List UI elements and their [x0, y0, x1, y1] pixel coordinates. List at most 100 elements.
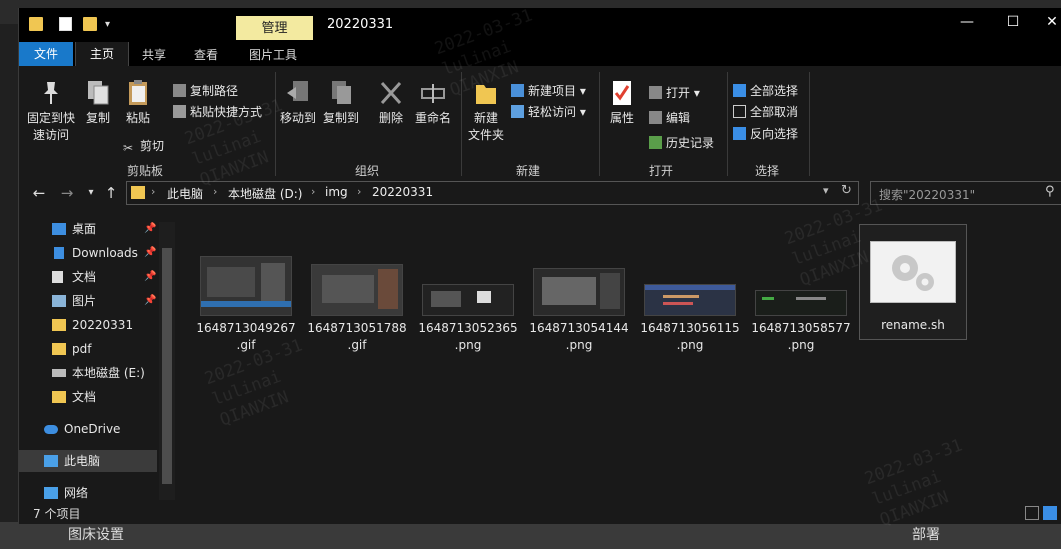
- move-to-icon: [287, 81, 308, 101]
- new-group-label: 新建: [516, 164, 541, 178]
- new-folder-button[interactable]: 新建 文件夹: [465, 78, 507, 144]
- tab-home[interactable]: 主页: [75, 42, 129, 66]
- open-button[interactable]: 打开 ▾: [649, 84, 700, 102]
- close-button[interactable]: ✕: [1042, 14, 1061, 30]
- new-item-button[interactable]: 新建项目 ▾: [511, 82, 586, 100]
- nav-item-onedrive[interactable]: OneDrive: [19, 418, 157, 440]
- file-item[interactable]: 1648713051788 .gif: [304, 256, 410, 354]
- recent-locations-dropdown[interactable]: ▾: [81, 187, 101, 198]
- tab-file[interactable]: 文件: [19, 42, 73, 66]
- paste-shortcut-label: 粘贴快捷方式: [190, 105, 263, 119]
- cut-label: 剪切: [140, 139, 165, 153]
- minimize-button[interactable]: —: [952, 14, 982, 30]
- network-icon: [44, 487, 58, 499]
- address-row: ← → ▾ ↑ › 此电脑 › 本地磁盘 (D:) › img › 202203…: [19, 178, 1061, 210]
- properties-quick-icon[interactable]: [59, 17, 72, 31]
- select-none-button[interactable]: 全部取消: [733, 103, 798, 121]
- paste-button[interactable]: 粘贴: [121, 78, 155, 127]
- easy-access-button[interactable]: 轻松访问 ▾: [511, 103, 586, 121]
- copy-to-button[interactable]: 复制到: [321, 78, 361, 127]
- file-item[interactable]: 1648713056115 .png: [637, 256, 743, 354]
- select-all-icon: [733, 84, 746, 97]
- search-icon[interactable]: ⚲: [1045, 184, 1055, 199]
- copy-button[interactable]: 复制: [81, 78, 115, 127]
- file-thumbnail: [422, 284, 514, 316]
- title-bar: ▾ 管理 20220331 — ☐ ✕: [19, 8, 1061, 41]
- navigation-pane: 桌面 📌 Downloads 📌 文档 📌 图片 📌 20220331 pdf 本地磁盘…: [19, 210, 175, 500]
- up-button[interactable]: ↑: [101, 184, 121, 202]
- pin-icon: 📌: [144, 295, 157, 306]
- select-all-button[interactable]: 全部选择: [733, 82, 798, 100]
- copy-label: 复制: [85, 111, 110, 125]
- nav-item-downloads[interactable]: Downloads 📌: [19, 242, 157, 264]
- breadcrumb-20220331[interactable]: 20220331: [372, 185, 433, 199]
- tab-picture-tools[interactable]: 图片工具: [241, 44, 305, 66]
- edit-button[interactable]: 编辑: [649, 109, 690, 127]
- history-button[interactable]: 历史记录: [649, 134, 714, 152]
- nav-item-documents[interactable]: 文档 📌: [19, 266, 157, 288]
- file-item[interactable]: 1648713052365 .png: [415, 256, 521, 354]
- nav-item-label: 20220331: [72, 318, 134, 332]
- pin-to-quick-access-button[interactable]: 固定到快 速访问: [23, 78, 79, 144]
- nav-item-20220331[interactable]: 20220331: [19, 314, 157, 336]
- search-box[interactable]: 搜索"20220331" ⚲: [870, 181, 1061, 205]
- background-bottom-right-label: 部署: [912, 527, 940, 543]
- move-to-button[interactable]: 移动到: [279, 78, 317, 127]
- explorer-window: ▾ 管理 20220331 — ☐ ✕ 文件 主页 共享 查看 图片工具 固定到…: [18, 8, 1061, 524]
- new-folder-label-line1: 新建: [473, 111, 498, 125]
- breadcrumb-this-pc[interactable]: 此电脑: [167, 185, 203, 202]
- folder-icon: [29, 17, 43, 31]
- quick-access-dropdown-icon[interactable]: ▾: [105, 19, 117, 33]
- copy-path-button[interactable]: 复制路径: [173, 82, 238, 100]
- copy-icon: [88, 81, 109, 105]
- tab-view[interactable]: 查看: [187, 44, 225, 66]
- file-item-selected[interactable]: rename.sh: [859, 224, 967, 340]
- nav-item-local-disk-e[interactable]: 本地磁盘 (E:): [19, 362, 157, 384]
- file-item[interactable]: 1648713054144 .png: [526, 256, 632, 354]
- copy-path-label: 复制路径: [190, 84, 239, 98]
- nav-item-pdf[interactable]: pdf: [19, 338, 157, 360]
- nav-item-pictures[interactable]: 图片 📌: [19, 290, 157, 312]
- breadcrumb-local-disk-d[interactable]: 本地磁盘 (D:): [228, 185, 302, 202]
- nav-item-desktop[interactable]: 桌面 📌: [19, 218, 157, 240]
- thumbnail-panel: [378, 269, 398, 309]
- large-icons-view-icon[interactable]: [1043, 506, 1057, 520]
- file-item[interactable]: 1648713049267 .gif: [193, 256, 299, 354]
- ribbon-separator: [727, 72, 728, 176]
- delete-button[interactable]: 删除: [373, 78, 409, 127]
- new-folder-quick-icon[interactable]: [83, 17, 97, 31]
- gear-icon: [892, 255, 934, 291]
- file-thumbnail: [755, 290, 847, 316]
- address-dropdown-icon[interactable]: ▾: [823, 184, 829, 197]
- maximize-button[interactable]: ☐: [998, 14, 1028, 30]
- nav-item-label: pdf: [72, 342, 92, 356]
- nav-item-label: OneDrive: [64, 422, 121, 436]
- tab-manage-context[interactable]: 管理: [236, 16, 313, 41]
- breadcrumb-img[interactable]: img: [325, 185, 348, 199]
- rename-button[interactable]: 重命名: [413, 78, 453, 127]
- breadcrumb-separator: ›: [213, 185, 218, 198]
- file-item[interactable]: 1648713058577 .png: [748, 256, 854, 354]
- invert-selection-label: 反向选择: [750, 127, 799, 141]
- back-button[interactable]: ←: [29, 184, 49, 202]
- nav-item-this-pc[interactable]: 此电脑: [19, 450, 157, 472]
- refresh-icon[interactable]: ↻: [841, 183, 852, 198]
- nav-pane-scrollbar-thumb[interactable]: [162, 248, 172, 484]
- copy-path-icon: [173, 84, 186, 97]
- content-scrollbar[interactable]: [1047, 210, 1061, 500]
- invert-selection-button[interactable]: 反向选择: [733, 125, 798, 143]
- ribbon: 固定到快 速访问 复制 粘贴 复制路径 粘贴快捷方式 ✂ 剪切 剪贴板 移动到 复…: [19, 66, 1061, 179]
- move-to-label: 移动到: [279, 111, 316, 125]
- paste-shortcut-button[interactable]: 粘贴快捷方式: [173, 103, 262, 121]
- status-bar: 7 个项目: [19, 500, 1061, 524]
- pin-label-line1: 固定到快: [26, 111, 75, 125]
- nav-item-documents-folder[interactable]: 文档: [19, 386, 157, 408]
- address-bar[interactable]: › 此电脑 › 本地磁盘 (D:) › img › 20220331 ▾ ↻: [126, 181, 859, 205]
- tab-share[interactable]: 共享: [135, 44, 173, 66]
- properties-button[interactable]: 属性: [603, 78, 641, 127]
- cut-button[interactable]: ✂ 剪切: [123, 137, 164, 155]
- file-name-line1: rename.sh: [881, 318, 945, 332]
- folder-icon: [52, 343, 66, 355]
- forward-button[interactable]: →: [57, 184, 77, 202]
- details-view-icon[interactable]: [1025, 506, 1039, 520]
